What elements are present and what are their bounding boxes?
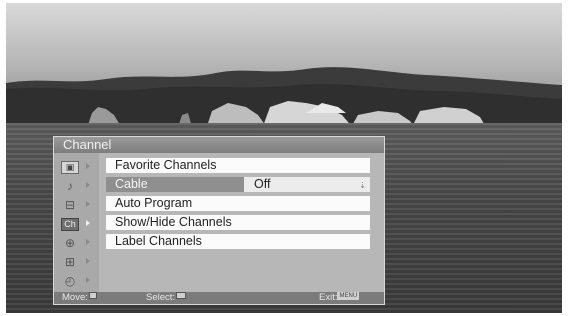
select-label: Select: — [146, 292, 176, 303]
cable-value-select[interactable]: Off ⇣ — [244, 177, 370, 192]
arrow-key-icon — [88, 292, 97, 299]
menu-item-label: Cable — [115, 177, 148, 191]
channel-menu: Channel ▣ ♪ ⊟ Ch ⊕ ⊞ ◴ Favorite Channels… — [53, 136, 385, 305]
chevron-right-icon — [86, 182, 90, 188]
move-hint: Move: — [62, 292, 97, 304]
menu-footer: Move: Select: Exit: MENU — [54, 292, 384, 304]
chevron-right-icon — [86, 220, 90, 226]
select-key-icon — [176, 292, 187, 299]
menu-item-label-channels[interactable]: Label Channels — [106, 234, 370, 249]
parental-lock-icon: ⊕ — [64, 236, 76, 250]
sidebar-item-timer[interactable]: ◴ — [58, 274, 96, 290]
menu-item-cable[interactable]: Cable Off ⇣ — [106, 177, 370, 192]
exit-hint: Exit: MENU — [319, 292, 360, 304]
sidebar-item-screen[interactable]: ⊟ — [58, 198, 96, 214]
cable-value: Off — [254, 177, 271, 191]
menu-item-show-hide-channels[interactable]: Show/Hide Channels — [106, 215, 370, 230]
screen-icon: ⊟ — [64, 198, 76, 212]
exit-label: Exit: — [319, 292, 338, 303]
chevron-right-icon — [86, 258, 90, 264]
sidebar-item-picture[interactable]: ▣ — [58, 160, 96, 176]
music-note-icon: ♪ — [67, 179, 73, 193]
clock-icon: ◴ — [64, 274, 76, 288]
chevron-down-icon: ⇣ — [359, 181, 366, 190]
chevron-right-icon — [86, 239, 90, 245]
menu-title: Channel — [54, 137, 384, 153]
picture-icon: ▣ — [61, 161, 79, 174]
menu-key-icon: MENU — [337, 292, 360, 300]
chevron-right-icon — [86, 201, 90, 207]
menu-item-auto-program[interactable]: Auto Program — [106, 196, 370, 211]
chevron-right-icon — [86, 277, 90, 283]
sidebar-item-sound[interactable]: ♪ — [58, 179, 96, 195]
menu-item-favorite-channels[interactable]: Favorite Channels — [106, 158, 370, 173]
select-hint: Select: — [146, 292, 187, 304]
channel-icon: Ch — [61, 218, 79, 231]
sidebar-item-channel[interactable]: Ch — [58, 217, 96, 233]
move-label: Move: — [62, 292, 88, 303]
chevron-right-icon — [86, 163, 90, 169]
menu-sidebar: ▣ ♪ ⊟ Ch ⊕ ⊞ ◴ — [54, 153, 99, 294]
toolbox-icon: ⊞ — [64, 255, 76, 269]
sidebar-item-setup[interactable]: ⊞ — [58, 255, 96, 271]
sidebar-item-parental-lock[interactable]: ⊕ — [58, 236, 96, 252]
